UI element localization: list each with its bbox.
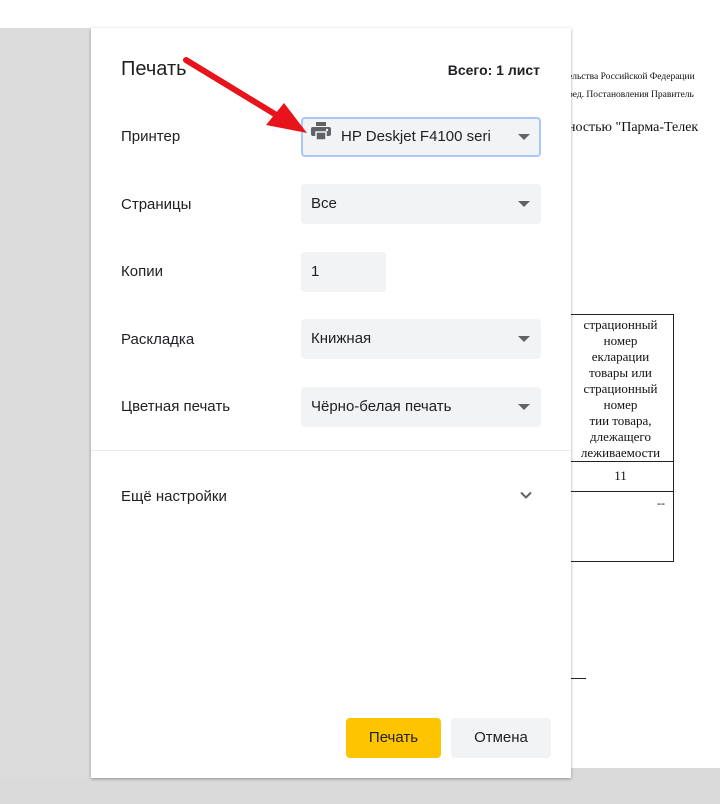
chevron-down-icon <box>518 404 530 410</box>
more-settings-toggle[interactable]: Ещё настройки <box>121 488 227 505</box>
print-dialog: Печать Всего: 1 лист Принтер HP Deskjet … <box>91 28 571 778</box>
doc-cell-line: страционный <box>583 381 658 396</box>
red-arrow-icon <box>183 57 307 133</box>
doc-cell-line: тии товара, <box>589 413 652 428</box>
doc-cell-line: леживаемости <box>580 445 661 460</box>
chevron-down-icon <box>518 336 530 342</box>
color-label: Цветная печать <box>121 398 231 415</box>
color-select-value: Чёрно-белая печать <box>311 398 452 415</box>
doc-header-line-1: ельства Российской Федерации <box>568 72 695 82</box>
layout-select[interactable]: Книжная <box>301 319 541 359</box>
left-margin-area <box>0 28 92 778</box>
chevron-down-icon <box>518 201 530 207</box>
printer-select[interactable]: HP Deskjet F4100 seri <box>301 117 541 157</box>
doc-table-header-cell: страционный номер екларации товары или с… <box>568 314 674 462</box>
chevron-down-icon <box>518 134 530 140</box>
doc-underline <box>570 678 586 679</box>
doc-table-body-cell: -- <box>568 492 674 562</box>
doc-cell-line: номер <box>603 333 638 348</box>
cancel-button[interactable]: Отмена <box>451 718 551 758</box>
doc-cell-line: екларации <box>591 349 650 364</box>
pages-select-value: Все <box>311 195 337 212</box>
printer-select-value: HP Deskjet F4100 seri <box>341 128 491 146</box>
sheet-count: Всего: 1 лист <box>447 62 540 78</box>
pages-label: Страницы <box>121 196 192 213</box>
print-button[interactable]: Печать <box>346 718 441 758</box>
doc-cell-line: страционный <box>583 317 658 332</box>
copies-label: Копии <box>121 263 163 280</box>
doc-company-line: ностью "Парма-Телек <box>568 120 699 135</box>
chevron-down-icon[interactable] <box>519 488 533 507</box>
layout-label: Раскладка <box>121 331 195 348</box>
copies-input[interactable]: 1 <box>301 252 386 292</box>
document-preview-page: ельства Российской Федерации ред. Постан… <box>562 28 720 768</box>
doc-cell-line: номер <box>603 397 638 412</box>
pages-select[interactable]: Все <box>301 184 541 224</box>
doc-cell-line: товары или <box>589 365 652 380</box>
color-select[interactable]: Чёрно-белая печать <box>301 387 541 427</box>
doc-cell-line: длежащего <box>590 429 651 444</box>
doc-column-number: 11 <box>568 462 674 492</box>
doc-dash: -- <box>657 496 665 510</box>
divider <box>91 450 571 451</box>
doc-header-line-2: ред. Постановления Правитель <box>568 90 694 100</box>
layout-select-value: Книжная <box>311 330 372 347</box>
